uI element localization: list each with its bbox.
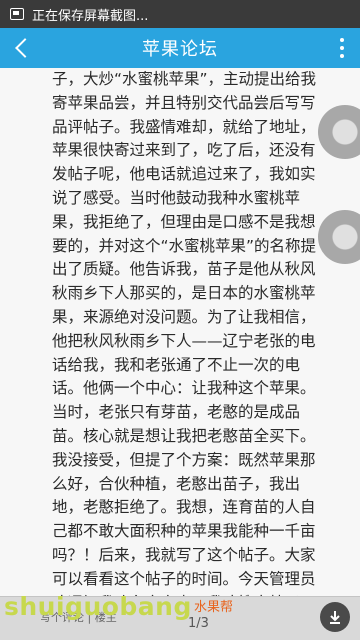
more-dots-icon (340, 38, 344, 42)
article-content[interactable]: 子，大炒“水蜜桃苹果”，主动提出给我寄苹果品尝，并且特别交代品尝后写写品评帖子。… (0, 68, 360, 598)
article-body: 子，大炒“水蜜桃苹果”，主动提出给我寄苹果品尝，并且特别交代品尝后写写品评帖子。… (52, 70, 317, 598)
status-text: 正在保存屏幕截图... (32, 8, 149, 24)
top-nav-bar: 苹果论坛 (0, 28, 360, 68)
screenshot-icon (10, 8, 24, 20)
status-bar: 正在保存屏幕截图... (0, 0, 360, 28)
chevron-left-icon (15, 38, 35, 58)
watermark-seal: 水果帮 (194, 600, 234, 615)
more-menu-button[interactable] (324, 28, 360, 68)
page-title: 苹果论坛 (142, 39, 218, 60)
page-indicator: 1/3 (188, 616, 209, 631)
download-icon (330, 611, 340, 624)
back-button[interactable] (0, 28, 44, 68)
download-button[interactable] (320, 602, 350, 632)
site-watermark: shuiguobang (4, 592, 192, 621)
